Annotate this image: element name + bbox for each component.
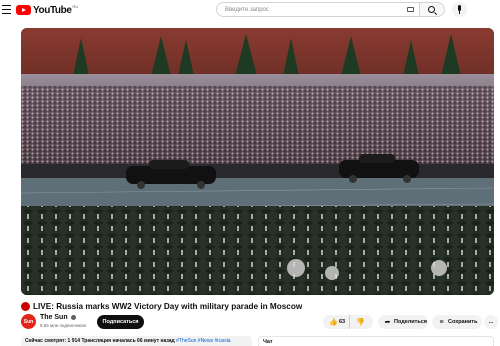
share-icon: ➦	[384, 318, 391, 326]
search-button[interactable]	[420, 2, 445, 17]
logo-region: RU	[72, 4, 79, 9]
live-icon	[21, 301, 30, 311]
channel-name-text: The Sun	[40, 314, 68, 321]
search-icon	[428, 6, 435, 13]
live-chat-panel[interactable]: Чат	[258, 336, 494, 346]
chat-label: Чат	[263, 339, 273, 345]
share-button[interactable]: ➦ Поделиться	[378, 315, 428, 329]
subscriber-count: 9,55 млн подписчиков	[40, 323, 86, 328]
video-frame	[21, 28, 494, 295]
save-icon: ≡	[439, 318, 444, 326]
top-bar: YouTube RU Введите запрос	[0, 0, 500, 20]
keyboard-icon[interactable]	[407, 7, 414, 12]
channel-name[interactable]: The Sun	[40, 314, 76, 321]
youtube-logo[interactable]: YouTube RU	[16, 4, 78, 16]
hashtags[interactable]: #TheSun #News #russia	[176, 338, 230, 344]
search-input[interactable]: Введите запрос	[216, 2, 420, 17]
more-icon: ...	[488, 319, 494, 325]
save-button[interactable]: ≡ Сохранить	[432, 315, 482, 329]
subscribe-button[interactable]: Подписаться	[97, 315, 144, 329]
description-box[interactable]: Сейчас смотрят: 1 914 Трансляция началас…	[21, 336, 252, 346]
channel-avatar[interactable]: Sun	[21, 314, 36, 329]
mic-icon[interactable]	[452, 2, 467, 17]
video-player[interactable]	[21, 28, 494, 295]
save-label: Сохранить	[448, 319, 478, 325]
logo-wordmark: YouTube	[33, 4, 72, 16]
search-placeholder: Введите запрос	[225, 6, 269, 13]
thumbs-up-icon: 👍	[329, 318, 338, 326]
thumbs-down-icon: 👎	[356, 318, 365, 326]
menu-icon[interactable]	[2, 5, 11, 14]
stream-started: Трансляция началась 66 минут назад	[81, 338, 175, 344]
video-title-text: LIVE: Russia marks WW2 Victory Day with …	[33, 301, 303, 311]
verified-icon	[70, 315, 76, 320]
share-label: Поделиться	[394, 319, 428, 325]
video-title: LIVE: Russia marks WW2 Victory Day with …	[21, 300, 491, 312]
like-count: 63	[339, 319, 346, 325]
like-button[interactable]: 👍 63	[323, 315, 351, 329]
dislike-button[interactable]: 👎	[350, 315, 372, 329]
more-actions-button[interactable]: ...	[484, 315, 498, 329]
like-dislike-group: 👍 63 👎	[323, 315, 373, 329]
now-watching: Сейчас смотрят: 1 914	[25, 338, 81, 344]
youtube-play-icon	[16, 5, 31, 15]
